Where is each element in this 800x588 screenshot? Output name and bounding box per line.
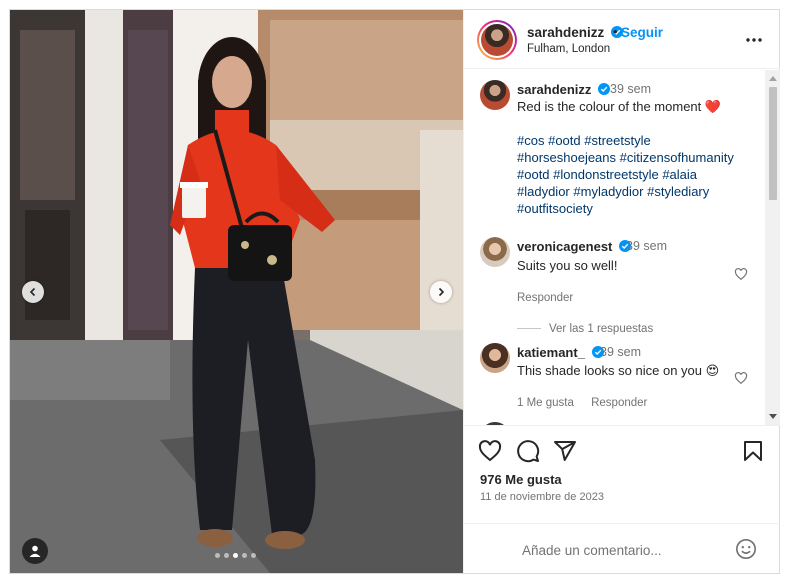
caption-username-text[interactable]: sarahdenizz: [517, 82, 591, 97]
reply-button[interactable]: Responder: [517, 292, 573, 304]
hashtag-link[interactable]: #londonstreetstyle: [553, 167, 659, 182]
scrollbar-thumb[interactable]: [769, 87, 777, 200]
comments-scrollbar[interactable]: [765, 70, 780, 425]
hashtag-link[interactable]: #stylediary: [647, 184, 709, 199]
previous-slide-button[interactable]: [22, 281, 44, 303]
hashtag-link[interactable]: #ootd: [548, 133, 581, 148]
hashtag-link[interactable]: #cos: [517, 133, 544, 148]
author-username-text[interactable]: sarahdenizz: [527, 25, 604, 40]
more-options-icon[interactable]: [744, 30, 764, 50]
likes-count[interactable]: 976 Me gusta: [480, 472, 562, 487]
heart-icon[interactable]: [478, 439, 502, 463]
header-separator: •: [613, 24, 618, 39]
post-photo: [10, 10, 463, 573]
chevron-left-icon: [29, 287, 36, 297]
share-icon[interactable]: [553, 439, 577, 463]
comment-username-text[interactable]: veronicagenest: [517, 239, 612, 254]
hashtag-link[interactable]: #outfitsociety: [517, 201, 593, 216]
comment-composer: [464, 523, 780, 574]
comment-likes-button[interactable]: 1 Me gusta: [517, 397, 574, 409]
carousel-dot: [215, 553, 220, 558]
post-actions: 976 Me gusta 11 de noviembre de 2023: [464, 425, 780, 573]
comment-like-heart-icon[interactable]: [734, 267, 748, 281]
avatar-image: [481, 24, 513, 56]
comment-icon[interactable]: [516, 439, 540, 463]
comment-meta: 1 Me gusta Responder: [517, 397, 661, 409]
comment-input[interactable]: [522, 539, 722, 561]
caption-hashtags: #cos #ootd #streetstyle #horseshoejeans …: [517, 132, 757, 217]
hashtag-link[interactable]: #ladydior: [517, 184, 570, 199]
scroll-up-arrow[interactable]: [769, 76, 777, 81]
comment-time[interactable]: 39 sem: [626, 239, 667, 253]
caption-avatar[interactable]: [480, 80, 510, 110]
caption-text: Red is the colour of the moment ❤️: [517, 99, 722, 114]
hashtag-link[interactable]: #horseshoejeans: [517, 150, 616, 165]
carousel-dot-active: [233, 553, 238, 558]
comment-meta: Responder: [517, 292, 587, 304]
carousel-dot: [251, 553, 256, 558]
hashtag-link[interactable]: #alaia: [662, 167, 697, 182]
hashtag-link[interactable]: #ootd: [517, 167, 550, 182]
carousel-dot: [242, 553, 247, 558]
post-header: sarahdenizz • Seguir Fulham, London: [464, 10, 780, 69]
avatar-ring-inner: [479, 22, 515, 58]
user-tag-icon: [29, 545, 41, 557]
reply-button[interactable]: Responder: [591, 397, 647, 409]
post-modal: sarahdenizz • Seguir Fulham, London sara…: [9, 9, 780, 574]
verified-badge-icon: [598, 83, 611, 95]
comment-text: This shade looks so nice on you 😍: [517, 363, 720, 378]
comments-list: sarahdenizz 39 sem Red is the colour of …: [464, 70, 780, 425]
next-slide-button[interactable]: [430, 281, 452, 303]
comment-username[interactable]: katiemant_: [517, 345, 604, 360]
post-date[interactable]: 11 de noviembre de 2023: [480, 491, 604, 503]
street-style-photo: [10, 10, 463, 573]
post-details-panel: sarahdenizz • Seguir Fulham, London sara…: [463, 10, 780, 573]
carousel-indicator: [215, 553, 256, 558]
hashtag-link[interactable]: #myladydior: [573, 184, 643, 199]
comment-avatar[interactable]: [480, 343, 510, 373]
emoji-icon[interactable]: [735, 538, 757, 560]
comment-like-heart-icon[interactable]: [734, 371, 748, 385]
scroll-down-arrow[interactable]: [769, 414, 777, 419]
bookmark-icon[interactable]: [741, 439, 765, 463]
carousel-dot: [224, 553, 229, 558]
caption-time[interactable]: 39 sem: [610, 82, 651, 96]
tagged-users-button[interactable]: [22, 538, 48, 564]
comment-username-text[interactable]: katiemant_: [517, 345, 585, 360]
replies-divider: [517, 328, 541, 329]
comment-time[interactable]: 39 sem: [600, 345, 641, 359]
view-replies-button[interactable]: Ver las 1 respuestas: [549, 323, 653, 335]
author-avatar[interactable]: [477, 20, 517, 60]
comment-text: Suits you so well!: [517, 258, 618, 273]
comment-avatar[interactable]: [480, 237, 510, 267]
post-location[interactable]: Fulham, London: [527, 43, 610, 55]
author-username[interactable]: sarahdenizz: [527, 25, 624, 40]
comment-username[interactable]: veronicagenest: [517, 239, 631, 254]
chevron-right-icon: [438, 287, 445, 297]
hashtag-link[interactable]: #citizensofhumanity: [620, 150, 734, 165]
caption-username[interactable]: sarahdenizz: [517, 82, 611, 97]
follow-button[interactable]: Seguir: [621, 25, 663, 40]
hashtag-link[interactable]: #streetstyle: [584, 133, 650, 148]
